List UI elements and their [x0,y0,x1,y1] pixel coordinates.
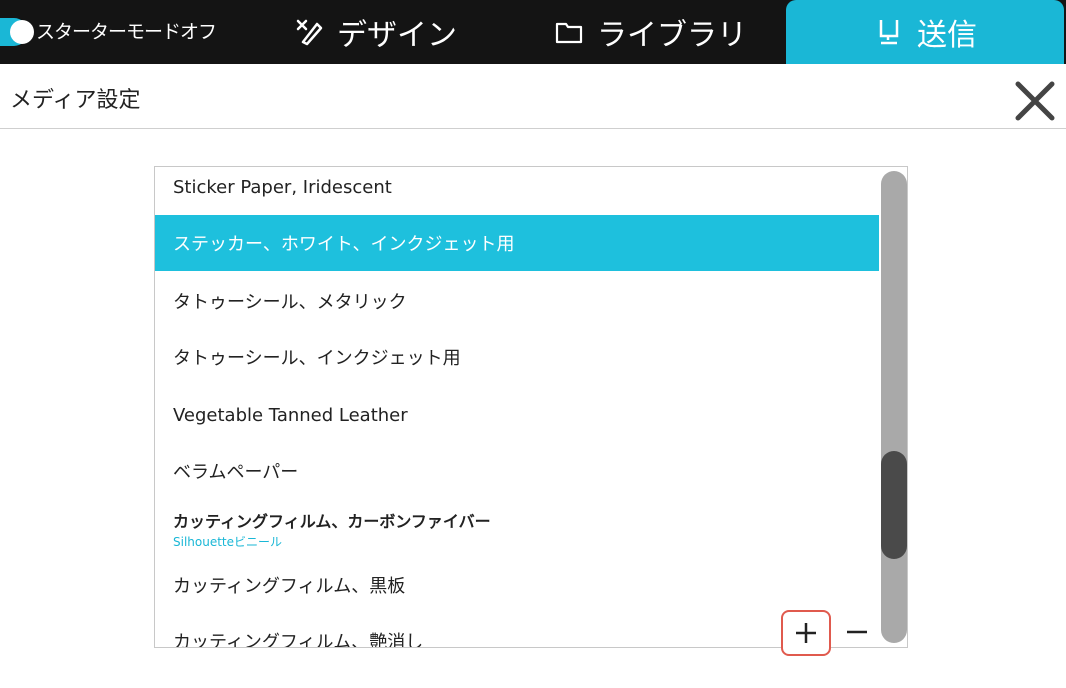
close-icon[interactable] [1010,76,1060,126]
toggle-knob [10,20,34,44]
list-item[interactable]: カッティングフィルム、カーボンファイバー Silhouetteビニール [155,501,879,557]
scrollbar-thumb[interactable] [881,451,907,559]
list-item[interactable]: ベラムペーパー [155,443,879,499]
list-item-label: カッティングフィルム、艶消し [173,632,424,648]
list-item[interactable]: カッティングフィルム、黒板 [155,557,879,613]
list-item-label: タトゥーシール、インクジェット用 [173,348,461,369]
list-item[interactable]: Sticker Paper, Iridescent [155,167,879,215]
minus-icon [847,630,867,634]
tab-design-label: デザイン [337,18,457,53]
tab-send-label: 送信 [917,18,977,53]
list-item-label: Sticker Paper, Iridescent [173,176,392,198]
top-bar: スターターモードオフ デザイン ライブラリ 送信 [0,0,1066,64]
list-item[interactable]: タトゥーシール、メタリック [155,273,879,329]
starter-mode-label: スターターモードオフ [36,21,217,43]
list-item-label: カッティングフィルム、カーボンファイバー [173,512,491,531]
list-item[interactable]: カッティングフィルム、艶消し [155,613,879,648]
list-item-selected[interactable]: ステッカー、ホワイト、インクジェット用 [155,215,879,271]
list-item-label: Vegetable Tanned Leather [173,404,408,426]
list-item[interactable]: タトゥーシール、インクジェット用 [155,329,879,385]
list-item-sublabel: Silhouetteビニール [173,535,283,549]
list-item[interactable]: Vegetable Tanned Leather [155,387,879,443]
design-icon [296,19,323,46]
media-settings-header: メディア設定 [0,64,1066,129]
list-item-label: ベラムペーパー [173,462,299,483]
tab-design[interactable]: デザイン [260,0,490,64]
scrollbar[interactable] [881,171,907,643]
tab-send[interactable]: 送信 [786,0,1064,64]
plus-icon [796,623,816,643]
list-item-label: ステッカー、ホワイト、インクジェット用 [173,234,515,255]
list-item-label: カッティングフィルム、黒板 [173,576,406,597]
list-item-label: タトゥーシール、メタリック [173,292,407,313]
media-list-panel: Sticker Paper, Iridescent ステッカー、ホワイト、インク… [154,166,908,648]
folder-icon [555,22,583,44]
add-media-button[interactable] [781,610,831,656]
send-icon [879,20,899,45]
page-title: メディア設定 [10,88,141,113]
remove-media-button[interactable] [842,616,872,648]
tab-library[interactable]: ライブラリ [540,0,760,64]
tab-library-label: ライブラリ [597,18,747,53]
starter-mode-toggle[interactable] [0,18,34,46]
